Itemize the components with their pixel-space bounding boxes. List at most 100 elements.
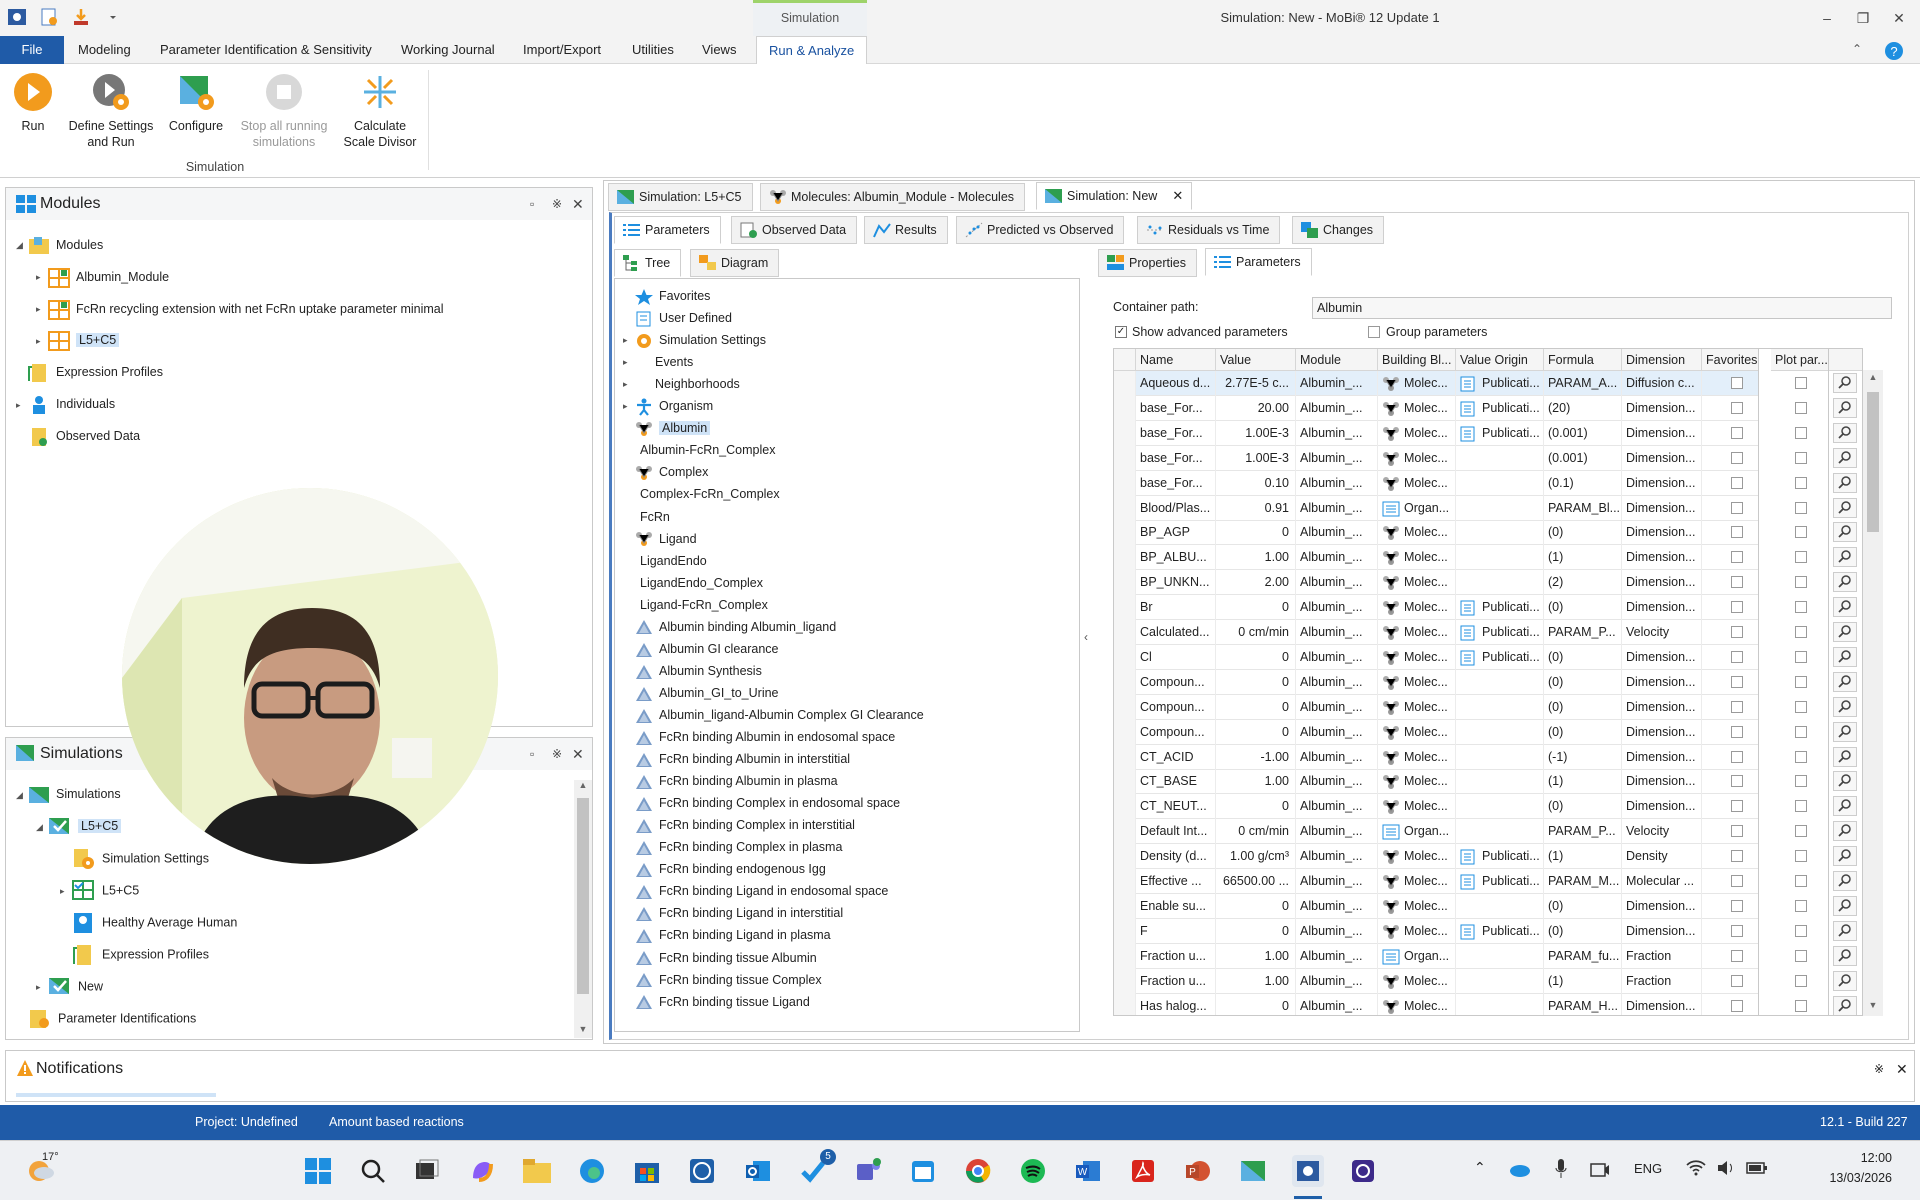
- tree-node[interactable]: Organism: [635, 396, 713, 416]
- tree-item-simulations-root[interactable]: Simulations: [28, 784, 121, 804]
- plot-parameter-checkbox[interactable]: [1795, 476, 1807, 489]
- acrobat-icon[interactable]: [1127, 1155, 1159, 1187]
- wifi-icon[interactable]: [1686, 1159, 1706, 1177]
- plot-parameter-checkbox[interactable]: [1795, 601, 1807, 614]
- favorite-checkbox[interactable]: [1731, 725, 1743, 738]
- plot-parameter-checkbox[interactable]: [1795, 551, 1807, 564]
- favorite-checkbox[interactable]: [1731, 650, 1743, 663]
- plot-parameter-checkbox[interactable]: [1795, 899, 1807, 912]
- close-tab-icon[interactable]: ✕: [1172, 183, 1183, 209]
- chrome-icon[interactable]: [962, 1155, 994, 1187]
- magnifier-icon[interactable]: [1833, 422, 1857, 443]
- subtab-parameters[interactable]: Parameters: [614, 216, 721, 244]
- show-hidden-icons-icon[interactable]: ⌃: [1474, 1159, 1486, 1176]
- table-row[interactable]: Br 0 Albumin_... Molec... Publicati... (0) Dim…: [1114, 595, 1758, 621]
- plot-parameter-checkbox[interactable]: [1795, 626, 1807, 638]
- help-icon[interactable]: ?: [1884, 41, 1904, 61]
- favorite-checkbox[interactable]: [1731, 401, 1743, 414]
- plot-parameter-checkbox[interactable]: [1795, 999, 1807, 1012]
- favorite-checkbox[interactable]: [1731, 501, 1743, 514]
- tree-item-healthy-average-human[interactable]: Healthy Average Human: [72, 912, 237, 933]
- column-header[interactable]: Favorites: [1702, 349, 1758, 371]
- magnifier-icon[interactable]: [1833, 622, 1857, 642]
- favorite-checkbox[interactable]: [1731, 924, 1743, 937]
- param-value-cell[interactable]: 0.91: [1216, 495, 1296, 521]
- calculate-scale-divisor-button[interactable]: Calculate Scale Divisor: [338, 70, 422, 150]
- onedrive-icon[interactable]: [1508, 1161, 1530, 1177]
- plot-parameter-checkbox[interactable]: [1795, 875, 1807, 887]
- param-value-cell[interactable]: 2.77E-5 c...: [1216, 371, 1296, 396]
- param-value-cell[interactable]: 0: [1216, 918, 1296, 944]
- magnifier-icon[interactable]: [1833, 671, 1857, 692]
- tree-item-simulation-settings[interactable]: Simulation Settings: [72, 848, 209, 869]
- expand-arrow-icon[interactable]: ▸: [623, 401, 628, 412]
- row-selector[interactable]: [1114, 445, 1136, 471]
- tree-node[interactable]: Albumin Synthesis: [635, 661, 762, 681]
- expand-arrow-icon[interactable]: ▸: [623, 379, 628, 390]
- magnifier-icon[interactable]: [1833, 696, 1857, 717]
- battery-icon[interactable]: [1746, 1159, 1768, 1177]
- stop-all-simulations-button[interactable]: Stop all running simulations: [234, 70, 334, 150]
- plot-parameter-checkbox[interactable]: [1795, 850, 1807, 863]
- menu-run-analyze[interactable]: Run & Analyze: [756, 36, 868, 64]
- favorite-checkbox[interactable]: [1731, 476, 1743, 489]
- plot-parameter-checkbox[interactable]: [1795, 377, 1807, 389]
- favorite-checkbox[interactable]: [1731, 775, 1743, 788]
- row-selector[interactable]: [1114, 993, 1136, 1015]
- tree-node[interactable]: Ligand: [635, 529, 697, 549]
- menu-views[interactable]: Views: [690, 36, 748, 64]
- param-value-cell[interactable]: 1.00E-3: [1216, 420, 1296, 446]
- table-row[interactable]: Blood/Plas... 0.91 Albumin_... Organ... PARA…: [1114, 495, 1758, 521]
- scrollbar-thumb[interactable]: [577, 798, 589, 994]
- magnifier-icon[interactable]: [1833, 920, 1857, 941]
- param-value-cell[interactable]: 20.00: [1216, 395, 1296, 421]
- tree-node[interactable]: User Defined: [635, 308, 732, 328]
- row-selector[interactable]: [1114, 545, 1136, 571]
- param-value-cell[interactable]: 0: [1216, 595, 1296, 621]
- table-row[interactable]: F 0 Albumin_... Molec... Publicati... (0) Dime…: [1114, 918, 1758, 944]
- tree-node[interactable]: LigandEndo: [640, 551, 707, 571]
- expand-arrow-icon[interactable]: ▸: [623, 357, 628, 368]
- subtab-residuals-vs-time[interactable]: Residuals vs Time: [1137, 216, 1281, 244]
- configure-button[interactable]: Configure: [164, 70, 228, 134]
- table-row[interactable]: base_For... 1.00E-3 Albumin_... Molec... (0.…: [1114, 445, 1758, 471]
- plot-parameter-checkbox[interactable]: [1795, 650, 1807, 663]
- subtab-predicted-vs-observed[interactable]: Predicted vs Observed: [956, 216, 1125, 244]
- dell-icon[interactable]: [686, 1155, 718, 1187]
- column-header[interactable]: Dimension: [1622, 349, 1702, 371]
- collapse-ribbon-icon[interactable]: ⌃: [1852, 42, 1862, 56]
- tree-node[interactable]: Albumin_ligand-Albumin Complex GI Cleara…: [635, 705, 924, 725]
- magnifier-icon[interactable]: [1833, 373, 1857, 393]
- row-selector[interactable]: [1114, 844, 1136, 870]
- param-value-cell[interactable]: 1.00: [1216, 769, 1296, 795]
- tree-node[interactable]: Favorites: [635, 286, 710, 306]
- spotify-icon[interactable]: [1017, 1155, 1049, 1187]
- clock-time[interactable]: 12:00: [1822, 1151, 1892, 1165]
- simulations-scrollbar[interactable]: ▲ ▼: [574, 780, 592, 1038]
- panel-float-icon[interactable]: ▫: [530, 738, 534, 770]
- table-row[interactable]: Compoun... 0 Albumin_... Molec... (0) Dimensi…: [1114, 719, 1758, 745]
- row-selector[interactable]: [1114, 769, 1136, 795]
- tree-item-l5c5-configuration[interactable]: L5+C5: [72, 880, 139, 900]
- row-selector[interactable]: [1114, 520, 1136, 546]
- row-selector[interactable]: [1114, 669, 1136, 695]
- tree-node[interactable]: FcRn binding tissue Complex: [635, 970, 822, 990]
- favorite-checkbox[interactable]: [1731, 999, 1743, 1012]
- row-selector[interactable]: [1114, 968, 1136, 994]
- tree-node[interactable]: Ligand-FcRn_Complex: [640, 595, 768, 615]
- row-selector[interactable]: [1114, 694, 1136, 720]
- define-settings-and-run-button[interactable]: Define Settings and Run: [64, 70, 158, 150]
- subtab-changes[interactable]: Changes: [1292, 216, 1385, 244]
- righttab-parameters[interactable]: Parameters: [1205, 248, 1312, 276]
- param-value-cell[interactable]: 0.10: [1216, 470, 1296, 496]
- outlook-icon[interactable]: [742, 1155, 774, 1187]
- favorite-checkbox[interactable]: [1731, 576, 1743, 589]
- param-value-cell[interactable]: 0: [1216, 644, 1296, 670]
- clock-date[interactable]: 13/03/2026: [1792, 1171, 1892, 1185]
- tree-node[interactable]: FcRn binding tissue Albumin: [635, 948, 817, 968]
- favorite-checkbox[interactable]: [1731, 675, 1743, 688]
- plot-parameter-checkbox[interactable]: [1795, 949, 1807, 962]
- expand-icon[interactable]: ◢: [36, 822, 43, 833]
- tree-node[interactable]: FcRn binding Ligand in endosomal space: [635, 881, 888, 901]
- task-view-icon[interactable]: [411, 1155, 443, 1187]
